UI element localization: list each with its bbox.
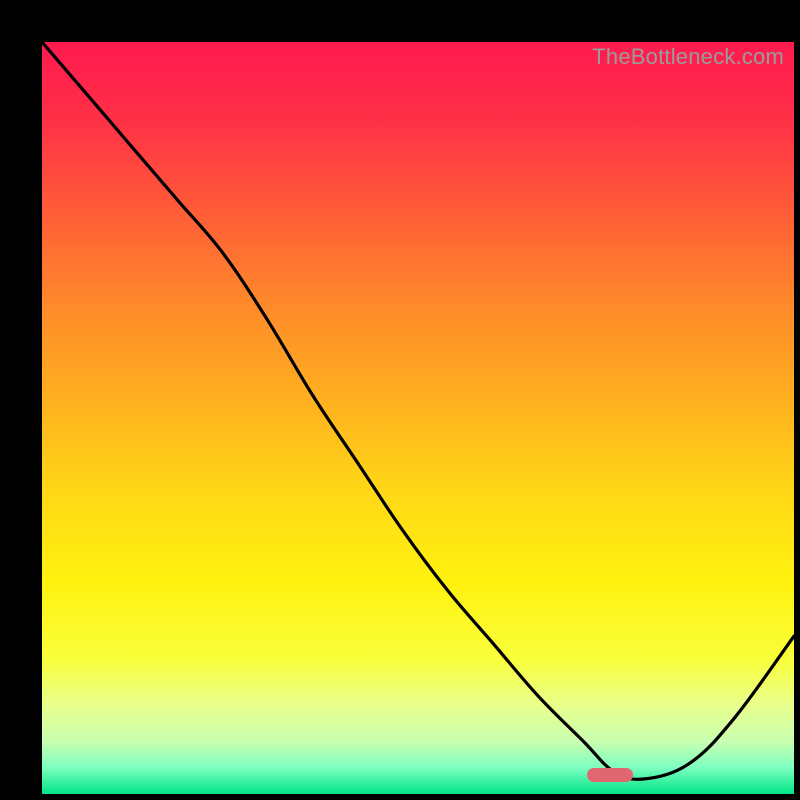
- optimal-range-marker: [587, 768, 633, 782]
- plot-area: TheBottleneck.com: [42, 42, 794, 794]
- chart-frame: TheBottleneck.com: [18, 18, 782, 782]
- bottleneck-curve: [42, 42, 794, 794]
- watermark-label: TheBottleneck.com: [592, 44, 784, 70]
